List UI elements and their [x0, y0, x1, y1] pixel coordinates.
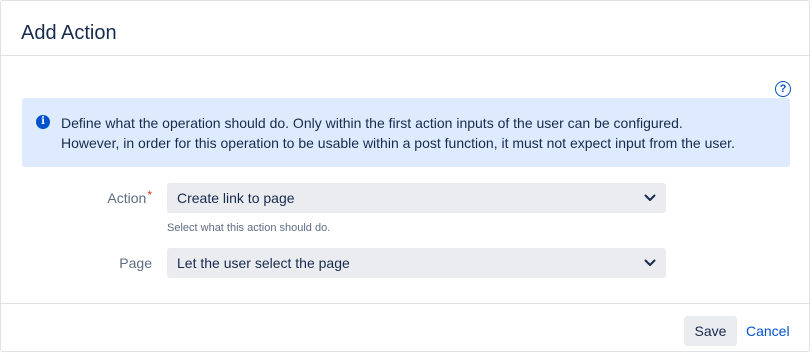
info-message: i Define what the operation should do. O…	[22, 98, 790, 167]
action-hint: Select what this action should do.	[167, 222, 331, 234]
dialog-footer: Save Cancel	[1, 303, 809, 351]
dialog-header: Add Action	[1, 1, 809, 56]
action-label-text: Action	[107, 190, 147, 206]
required-marker: *	[147, 188, 152, 202]
page-select[interactable]: Let the user select the page	[167, 248, 666, 278]
info-icon: i	[36, 115, 50, 129]
chevron-down-icon	[644, 259, 656, 266]
chevron-down-icon	[644, 194, 656, 201]
dialog-title: Add Action	[21, 22, 117, 44]
page-select-value: Let the user select the page	[177, 255, 350, 271]
action-field-label: Action*	[107, 188, 152, 208]
info-text-line-1: Define what the operation should do. Onl…	[61, 115, 683, 131]
cancel-button[interactable]: Cancel	[742, 316, 794, 346]
add-action-dialog: Add Action ? i Define what the operation…	[0, 0, 810, 352]
action-select[interactable]: Create link to page	[167, 183, 666, 213]
info-text-line-2: However, in order for this operation to …	[61, 135, 735, 151]
action-select-value: Create link to page	[177, 190, 295, 206]
page-label-text: Page	[119, 255, 152, 271]
help-icon[interactable]: ?	[775, 81, 791, 97]
save-button[interactable]: Save	[684, 316, 737, 346]
page-field-label: Page	[119, 253, 152, 273]
